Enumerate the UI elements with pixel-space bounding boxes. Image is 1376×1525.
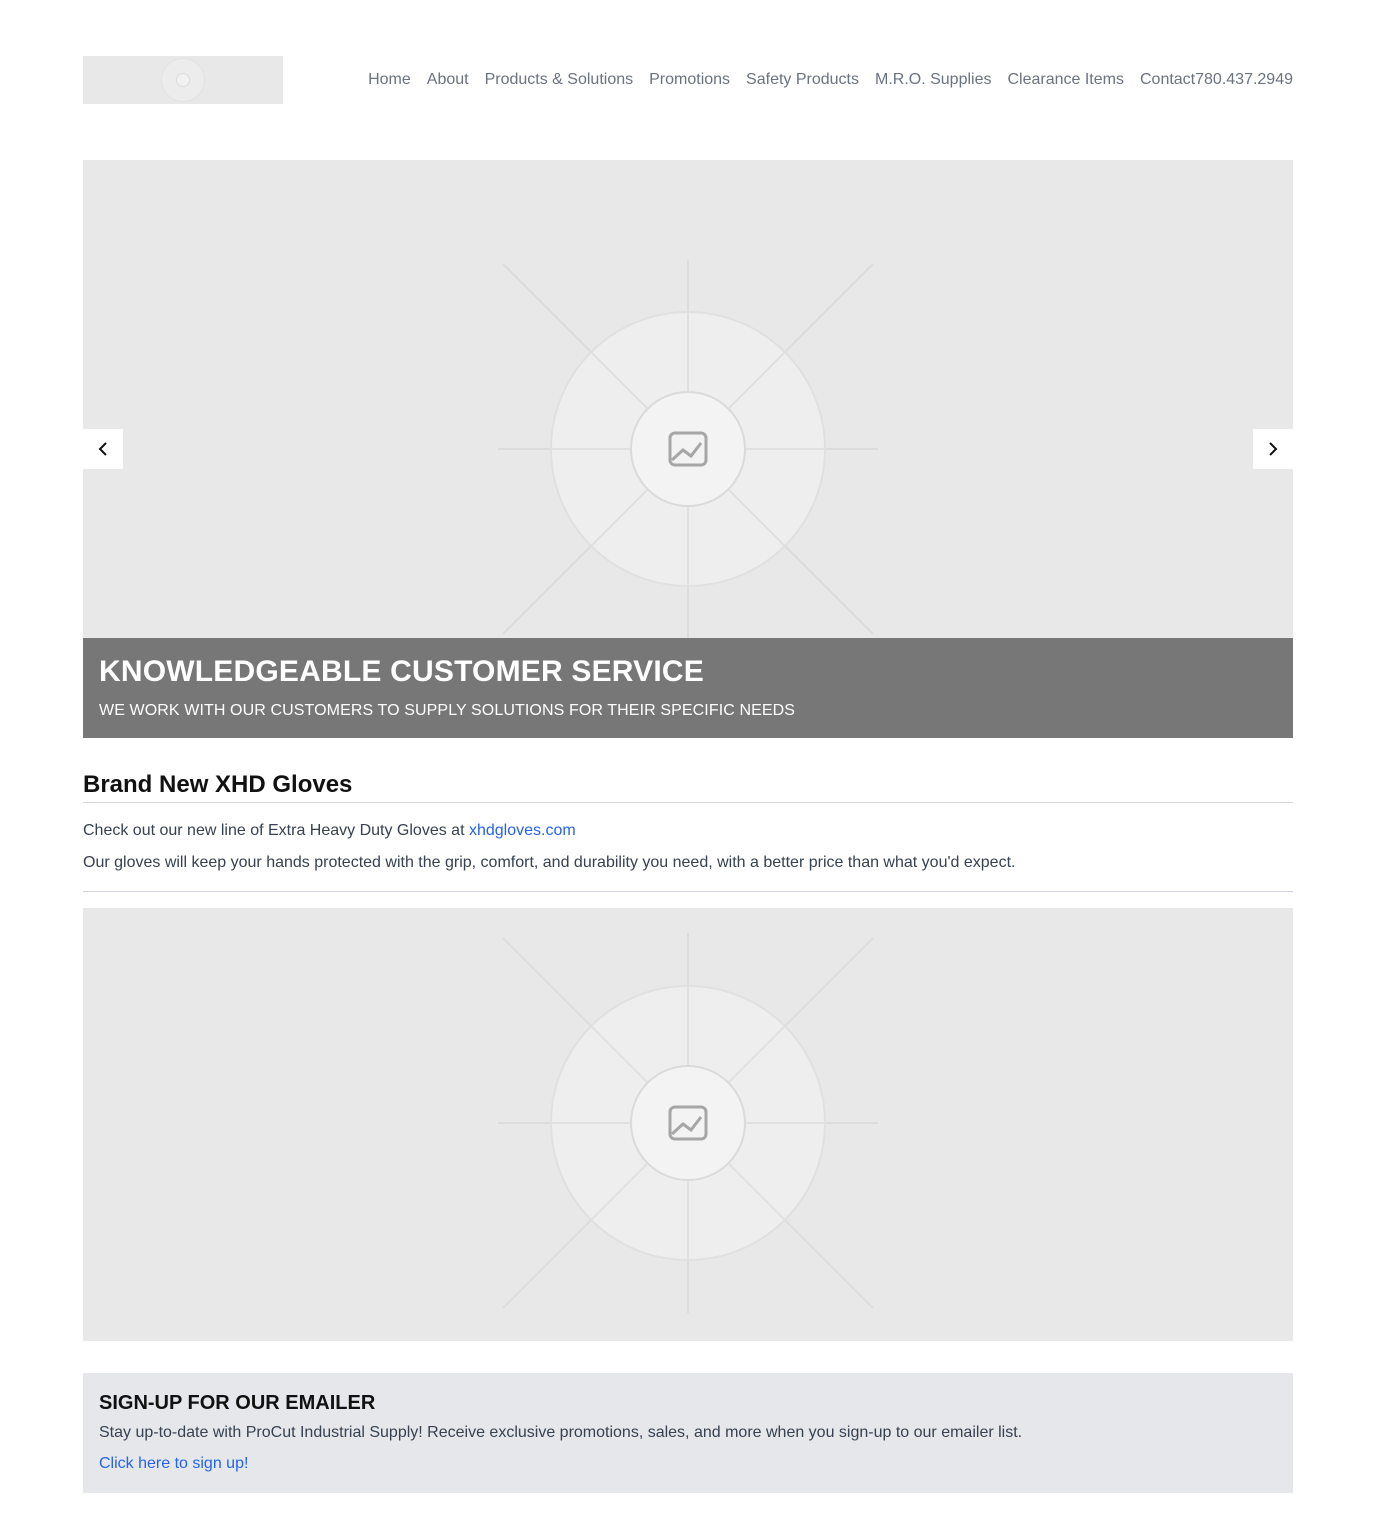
xhd-gloves-section: Brand New XHD Gloves Check out our new l… <box>83 770 1293 892</box>
signup-link[interactable]: Click here to sign up! <box>99 1455 248 1473</box>
nav-phone-link[interactable]: 780.437.2949 <box>1195 71 1293 89</box>
site-logo[interactable] <box>83 56 283 104</box>
main-nav: Home About Products & Solutions Promotio… <box>368 71 1293 89</box>
nav-item-promotions[interactable]: Promotions <box>649 71 730 89</box>
signup-text: Stay up-to-date with ProCut Industrial S… <box>99 1424 1023 1441</box>
image-placeholder <box>498 933 878 1313</box>
carousel-caption: KNOWLEDGEABLE CUSTOMER SERVICE WE WORK W… <box>83 638 1293 738</box>
carousel-prev-button[interactable] <box>83 429 123 469</box>
nav-item-mro-supplies[interactable]: M.R.O. Supplies <box>875 71 991 89</box>
chevron-left-icon <box>98 442 107 456</box>
nav-item-home[interactable]: Home <box>368 71 411 89</box>
nav-item-safety-products[interactable]: Safety Products <box>746 71 859 89</box>
section-title: Brand New XHD Gloves <box>83 770 1293 803</box>
section-line-1-text: Check out our new line of Extra Heavy Du… <box>83 822 469 839</box>
carousel-caption-text: WE WORK WITH OUR CUSTOMERS TO SUPPLY SOL… <box>99 702 796 719</box>
divider <box>83 891 1293 892</box>
nav-item-about[interactable]: About <box>427 71 469 89</box>
section-line-1: Check out our new line of Extra Heavy Du… <box>83 821 1293 841</box>
site-header: Home About Products & Solutions Promotio… <box>83 56 1293 104</box>
carousel-caption-title: KNOWLEDGEABLE CUSTOMER SERVICE <box>99 655 704 688</box>
hero-carousel: KNOWLEDGEABLE CUSTOMER SERVICE WE WORK W… <box>83 160 1293 738</box>
emailer-signup: SIGN-UP FOR OUR EMAILER Stay up-to-date … <box>83 1373 1293 1493</box>
nav-item-products-solutions[interactable]: Products & Solutions <box>485 71 634 89</box>
nav-item-contact[interactable]: Contact <box>1140 71 1195 89</box>
nav-item-clearance-items[interactable]: Clearance Items <box>1007 71 1124 89</box>
signup-title: SIGN-UP FOR OUR EMAILER <box>99 1392 376 1414</box>
section-line-2: Our gloves will keep your hands protecte… <box>83 854 1016 871</box>
chevron-right-icon <box>1269 442 1278 456</box>
image-placeholder-icon <box>176 73 190 87</box>
xhdgloves-link[interactable]: xhdgloves.com <box>469 822 576 839</box>
gloves-image <box>83 908 1293 1341</box>
carousel-next-button[interactable] <box>1253 429 1293 469</box>
